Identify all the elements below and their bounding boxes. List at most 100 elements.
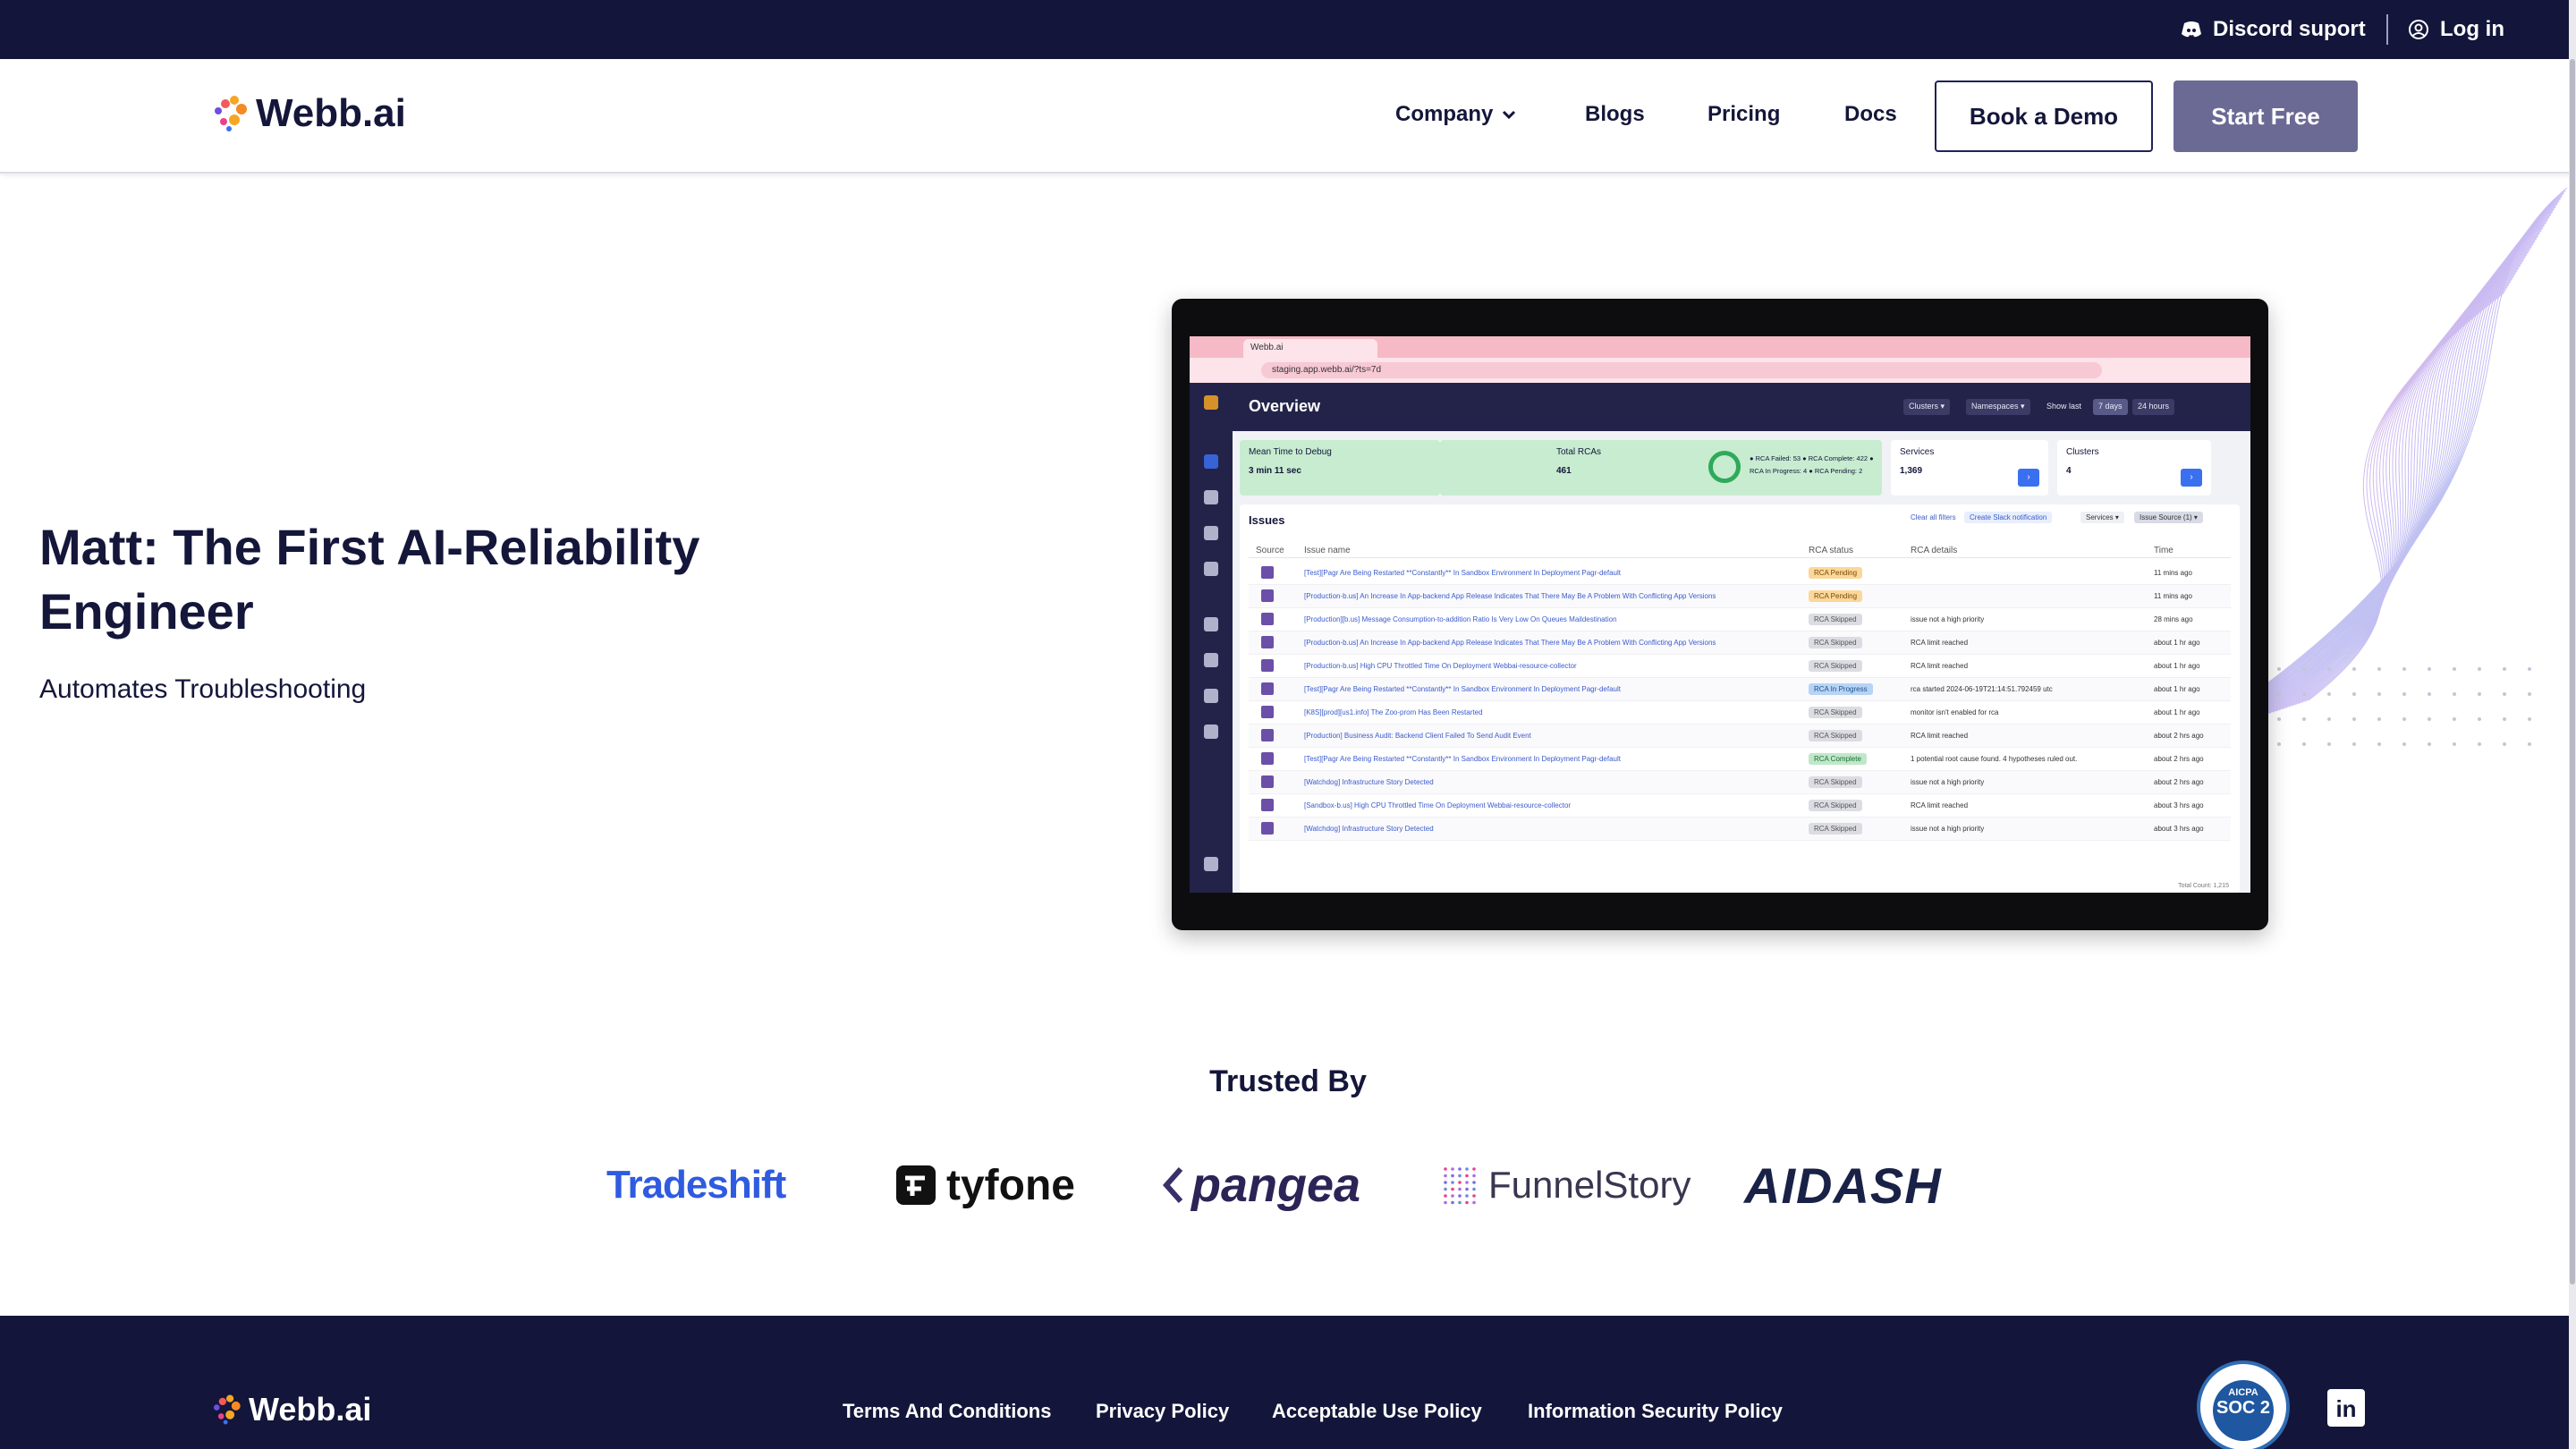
funnelstory-logo: FunnelStory [1440, 1154, 1690, 1216]
nav-pricing-link[interactable]: Pricing [1707, 102, 1780, 127]
hero-subtitle: Automates Troubleshooting [39, 674, 367, 704]
webb-logo-icon [215, 96, 247, 131]
rca-status-badge: RCA Pending [1809, 567, 1863, 579]
clusters-card: Clusters 4 › [2057, 440, 2211, 496]
funnelstory-wordmark: FunnelStory [1488, 1164, 1691, 1206]
soc2-badge: AICPA SOC 2 [2197, 1360, 2290, 1449]
table-row: [Production] Business Audit: Backend Cli… [1249, 724, 2231, 748]
clock-icon [1204, 490, 1218, 504]
issue-name: [Production-b.us] An Increase In App-bac… [1304, 592, 1716, 600]
infosec-policy-link[interactable]: Information Security Policy [1528, 1400, 1783, 1423]
nodes-icon [1204, 562, 1218, 576]
login-link[interactable]: Log in [2408, 0, 2504, 59]
col-rca-details: RCA details [1911, 546, 1958, 555]
topbar-divider [2386, 14, 2388, 45]
nav-blogs-link[interactable]: Blogs [1585, 102, 1645, 127]
start-free-button[interactable]: Start Free [2174, 80, 2358, 152]
users-icon [1204, 724, 1218, 739]
table-row: [Production-b.us] An Increase In App-bac… [1249, 585, 2231, 608]
rca-status-badge: RCA Skipped [1809, 614, 1862, 625]
source-icon [1261, 659, 1274, 672]
source-icon [1261, 775, 1274, 788]
source-icon [1261, 729, 1274, 741]
aidash-logo: AIDASH [1744, 1154, 1942, 1216]
issue-time: 11 mins ago [2154, 569, 2192, 577]
puzzle-icon [1204, 617, 1218, 631]
source-icon [1261, 636, 1274, 648]
rca-status-badge: RCA Skipped [1809, 823, 1862, 835]
rca-status-badge: RCA Skipped [1809, 637, 1862, 648]
discord-support-link[interactable]: Discord suport [2181, 0, 2366, 59]
soc2-badge-inner: AICPA SOC 2 [2213, 1380, 2274, 1441]
rca-status-badge: RCA Skipped [1809, 800, 1862, 811]
browser-address-bar: staging.app.webb.ai/?ts=7d [1190, 358, 2250, 383]
services-filter: Services ▾ [2080, 512, 2124, 523]
issue-name: [Production-b.us] An Increase In App-bac… [1304, 639, 1716, 647]
rca-status-badge: RCA Skipped [1809, 660, 1862, 672]
issue-time: about 3 hrs ago [2154, 801, 2204, 809]
create-slack-notification: Create Slack notification [1964, 512, 2053, 523]
source-icon [1261, 799, 1274, 811]
rca-details: rca started 2024-06-19T21:14:51.792459 u… [1911, 685, 2053, 693]
table-row: [K8S][prod][us1.info] The Zoo-prom Has B… [1249, 701, 2231, 724]
total-rcas-card: Total RCAs 461 ● RCA Failed: 53 ● RCA Co… [1440, 440, 1882, 496]
table-row: [Test][Pagr Are Being Restarted **Consta… [1249, 562, 2231, 585]
issue-name: [Watchdog] Infrastructure Story Detected [1304, 825, 1434, 833]
terms-link[interactable]: Terms And Conditions [843, 1400, 1051, 1423]
discord-icon [2182, 21, 2201, 38]
issues-table-header: Source Issue name RCA status RCA details… [1249, 546, 2231, 558]
brand-logo[interactable]: Webb.ai [209, 91, 406, 136]
clusters-arrow-button: › [2181, 469, 2202, 487]
tyfone-logo: tyfone [894, 1154, 1075, 1216]
trusted-by-heading: Trusted By [1209, 1064, 1367, 1098]
services-card: Services 1,369 › [1891, 440, 2048, 496]
tradeshift-wordmark: Tradeshift [606, 1163, 786, 1207]
footer-brand-logo[interactable]: Webb.ai [209, 1391, 371, 1428]
hero-title: Matt: The First AI-Reliability Engineer [39, 519, 700, 640]
source-icon [1261, 682, 1274, 695]
linkedin-icon[interactable]: in [2327, 1389, 2365, 1427]
issues-title: Issues [1249, 513, 1285, 527]
source-icon [1261, 752, 1274, 765]
privacy-policy-link[interactable]: Privacy Policy [1096, 1400, 1229, 1423]
nav-company-dropdown[interactable]: Company [1395, 102, 1516, 127]
issue-name: [Watchdog] Infrastructure Story Detected [1304, 778, 1434, 786]
tyfone-mark-icon [896, 1165, 936, 1205]
rca-details: issue not a high priority [1911, 615, 1985, 623]
total-count: Total Count: 1,215 [2178, 883, 2229, 889]
issue-time: about 2 hrs ago [2154, 732, 2204, 740]
issue-name: [Production-b.us] High CPU Throttled Tim… [1304, 662, 1577, 670]
issue-time: about 1 hr ago [2154, 639, 2200, 647]
page-scrollbar[interactable] [2569, 0, 2576, 1449]
acceptable-use-link[interactable]: Acceptable Use Policy [1272, 1400, 1482, 1423]
rca-status-badge: RCA Pending [1809, 590, 1863, 602]
rca-status-badge: RCA Skipped [1809, 707, 1862, 718]
mttd-label: Mean Time to Debug [1249, 447, 1332, 457]
aidash-wordmark: AIDASH [1744, 1157, 1942, 1214]
table-row: [Watchdog] Infrastructure Story Detected… [1249, 818, 2231, 841]
table-row: [Production][b.us] Message Consumption-t… [1249, 608, 2231, 631]
webb-logo-icon [213, 1394, 241, 1425]
wrench-icon [1204, 653, 1218, 667]
app-sidebar [1190, 383, 1233, 893]
settings-icon [1204, 689, 1218, 703]
col-time: Time [2154, 546, 2174, 555]
rca-details: RCA limit reached [1911, 801, 1969, 809]
nav-docs-link[interactable]: Docs [1844, 102, 1897, 127]
scrollbar-thumb[interactable] [2570, 59, 2575, 1284]
app-page-title: Overview [1249, 397, 1321, 415]
search-icon [1204, 526, 1218, 540]
issue-name: [Test][Pagr Are Being Restarted **Consta… [1304, 755, 1621, 763]
nav-company-label: Company [1395, 102, 1494, 126]
table-row: [Watchdog] Infrastructure Story Detected… [1249, 771, 2231, 794]
table-row: [Sandbox-b.us] High CPU Throttled Time O… [1249, 794, 2231, 818]
app-logo-icon [1204, 395, 1218, 410]
user-circle-icon [2409, 20, 2428, 39]
issue-time: 11 mins ago [2154, 592, 2192, 600]
source-icon [1261, 706, 1274, 718]
main-navigation: Webb.ai Company Blogs Pricing Docs Book … [0, 59, 2576, 174]
dashboard-icon [1204, 454, 1218, 469]
col-issue-name: Issue name [1304, 546, 1351, 555]
book-demo-button[interactable]: Book a Demo [1935, 80, 2153, 152]
issue-name: [Test][Pagr Are Being Restarted **Consta… [1304, 569, 1621, 577]
